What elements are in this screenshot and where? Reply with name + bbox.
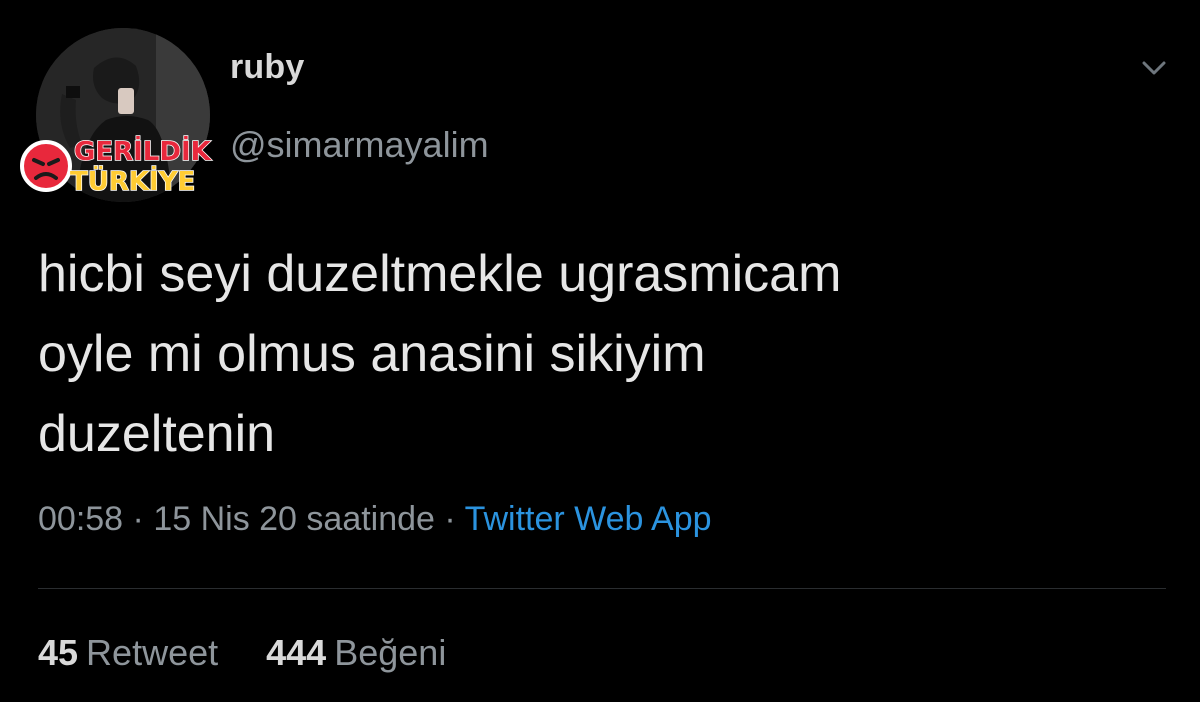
retweet-count: 45	[38, 632, 79, 673]
meta-separator: ·	[444, 500, 456, 538]
chevron-down-icon[interactable]	[1138, 52, 1170, 84]
meta-separator: ·	[132, 500, 144, 538]
display-name[interactable]: ruby	[230, 48, 304, 87]
user-handle[interactable]: @simarmayalim	[230, 124, 489, 166]
watermark-line1: GERİLDİK	[74, 135, 212, 167]
like-count: 444	[266, 632, 327, 673]
watermark-line2: TÜRKİYE	[70, 164, 195, 197]
tweet-stats: 45 Retweet 444 Beğeni	[38, 632, 446, 674]
like-stat[interactable]: 444 Beğeni	[266, 632, 446, 674]
tweet-source-link[interactable]: Twitter Web App	[465, 500, 712, 538]
tweet-date[interactable]: 15 Nis 20 saatinde	[153, 500, 435, 538]
retweet-label: Retweet	[86, 632, 219, 673]
like-label: Beğeni	[334, 632, 447, 673]
watermark-logo: GERİLDİK TÜRKİYE	[16, 128, 216, 200]
retweet-stat[interactable]: 45 Retweet	[38, 632, 218, 674]
divider	[38, 588, 1166, 589]
tweet-card: GERİLDİK TÜRKİYE ruby @simarmayalim hicb…	[0, 0, 1200, 702]
tweet-time[interactable]: 00:58	[38, 500, 123, 538]
tweet-text: hicbi seyi duzeltmekle ugrasmicam oyle m…	[38, 245, 842, 463]
tweet-timestamp: 00:58 · 15 Nis 20 saatinde · Twitter Web…	[38, 500, 712, 539]
